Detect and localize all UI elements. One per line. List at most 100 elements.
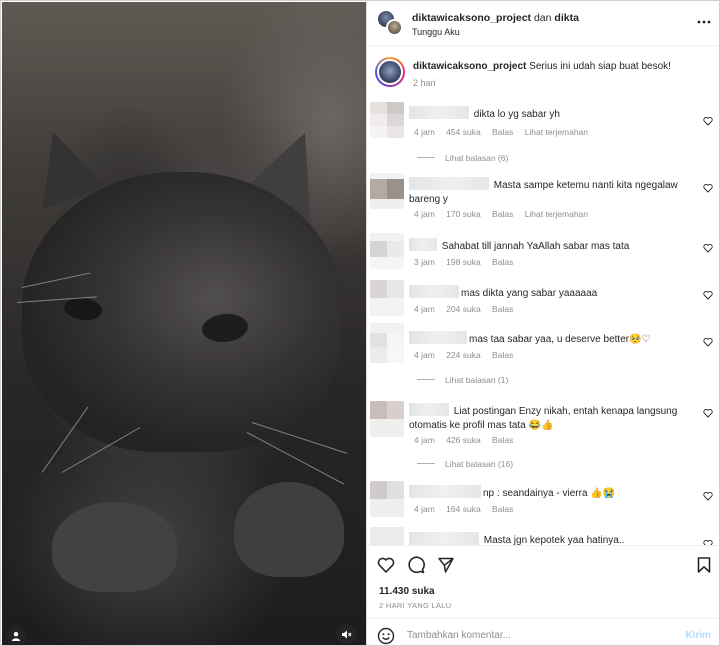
comment-text: dikta lo yg sabar yh: [409, 106, 699, 122]
comment-time: 4 jam: [414, 209, 435, 219]
mute-button[interactable]: [336, 624, 356, 644]
author-avatar[interactable]: [375, 57, 405, 87]
commenter-avatar[interactable]: [370, 102, 404, 138]
commenter-username-redacted[interactable]: [409, 106, 469, 119]
comment-text: Masta jgn kepotek yaa hatinya..: [409, 532, 699, 545]
commenter-username-redacted[interactable]: [409, 532, 479, 545]
comment-time: 4 jam: [414, 127, 435, 137]
speaker-muted-icon: [341, 630, 351, 638]
more-options-button[interactable]: [697, 14, 711, 28]
view-replies-button[interactable]: Lihat balasan (16): [417, 459, 513, 469]
commenter-avatar[interactable]: [370, 323, 404, 363]
comment-text: mas taa sabar yaa, u deserve better🥺♡: [409, 331, 699, 347]
comment-body: Liat postingan Enzy nikah, entah kenapa …: [409, 406, 678, 431]
comment-time: 4 jam: [414, 304, 435, 314]
comment-item: np : seandainya - vierra 👍😭 4 jam 164 su…: [367, 481, 719, 523]
commenter-avatar[interactable]: [370, 481, 404, 517]
comment-body: Masta jgn kepotek yaa hatinya..: [483, 535, 625, 545]
user-tag-button[interactable]: [6, 626, 26, 645]
caption-text: diktawicaksono_project Serius ini udah s…: [413, 61, 713, 72]
commenter-username-redacted[interactable]: [409, 285, 459, 298]
commenter-username-redacted[interactable]: [409, 485, 481, 498]
comment-item: Liat postingan Enzy nikah, entah kenapa …: [367, 400, 719, 469]
likes-count[interactable]: 11.430 suka: [379, 586, 435, 597]
comment-time: 4 jam: [414, 435, 435, 445]
post-media-video[interactable]: [2, 2, 366, 645]
collaborator-username-link[interactable]: dikta: [554, 12, 579, 24]
commenter-avatar[interactable]: [370, 233, 404, 269]
commenter-avatar[interactable]: [370, 173, 404, 209]
comment-input[interactable]: Tambahkan komentar...: [407, 630, 511, 641]
heart-icon[interactable]: [703, 337, 713, 347]
comments-list[interactable]: dikta lo yg sabar yh 4 jam 454 suka Bala…: [367, 95, 719, 545]
translate-button[interactable]: Lihat terjemahan: [525, 209, 588, 219]
commenter-username-redacted[interactable]: [409, 403, 449, 416]
heart-icon[interactable]: [703, 290, 713, 300]
comment-meta: 4 jam 224 suka Balas: [414, 350, 522, 360]
send-icon[interactable]: [437, 556, 455, 574]
reply-button[interactable]: Balas: [492, 435, 513, 445]
comment-body: dikta lo yg sabar yh: [473, 109, 560, 120]
comment-meta: 4 jam 170 suka Balas Lihat terjemahan: [414, 209, 597, 219]
comment-likes[interactable]: 426 suka: [446, 435, 481, 445]
comment-icon[interactable]: [407, 556, 425, 574]
commenter-avatar[interactable]: [370, 280, 404, 316]
comment-text: Liat postingan Enzy nikah, entah kenapa …: [409, 403, 699, 433]
commenter-username-redacted[interactable]: [409, 238, 437, 251]
comment-likes[interactable]: 204 suka: [446, 304, 481, 314]
commenter-username-redacted[interactable]: [409, 177, 489, 190]
heart-icon[interactable]: [377, 556, 395, 574]
collab-avatars[interactable]: [377, 10, 403, 36]
post-authors: diktawicaksono_project dan dikta: [412, 12, 579, 24]
author-username-link[interactable]: diktawicaksono_project: [412, 12, 531, 24]
add-comment-bar: Tambahkan komentar... Kirim: [367, 618, 719, 645]
comment-meta: 4 jam 204 suka Balas: [414, 304, 522, 314]
heart-icon[interactable]: [703, 491, 713, 501]
comment-likes[interactable]: 224 suka: [446, 350, 481, 360]
comment-body: mas dikta yang sabar yaaaaaa: [461, 288, 598, 299]
view-replies-label: Lihat balasan (16): [445, 459, 514, 469]
reply-button[interactable]: Balas: [492, 209, 513, 219]
more-horizontal-icon: [697, 20, 711, 24]
heart-icon[interactable]: [703, 408, 713, 418]
caption-body: Serius ini udah siap buat besok!: [529, 61, 671, 72]
commenter-avatar[interactable]: [370, 527, 404, 545]
heart-icon[interactable]: [703, 183, 713, 193]
view-replies-button[interactable]: Lihat balasan (6): [417, 153, 508, 163]
commenter-username-redacted[interactable]: [409, 331, 467, 344]
avatar: [386, 19, 403, 36]
comment-meta: 3 jam 198 suka Balas: [414, 257, 522, 267]
caption-time: 2 hari: [413, 78, 436, 88]
view-replies-label: Lihat balasan (1): [445, 375, 509, 385]
reply-button[interactable]: Balas: [492, 127, 513, 137]
comment-likes[interactable]: 198 suka: [446, 257, 481, 267]
comment-body: np : seandainya - vierra 👍😭: [483, 488, 616, 499]
translate-button[interactable]: Lihat terjemahan: [525, 127, 588, 137]
comment-likes[interactable]: 164 suka: [446, 504, 481, 514]
instagram-post-window: diktawicaksono_project dan dikta Tunggu …: [0, 0, 720, 646]
send-comment-button[interactable]: Kirim: [685, 630, 711, 641]
comment-item: Masta sampe ketemu nanti kita ngegalaw b…: [367, 173, 719, 223]
bookmark-icon[interactable]: [695, 556, 713, 574]
heart-icon[interactable]: [703, 243, 713, 253]
comment-item: dikta lo yg sabar yh 4 jam 454 suka Bala…: [367, 99, 719, 163]
comment-text: np : seandainya - vierra 👍😭: [409, 485, 699, 501]
reply-button[interactable]: Balas: [492, 304, 513, 314]
post-details-panel: diktawicaksono_project dan dikta Tunggu …: [366, 2, 719, 645]
user-tag-icon: [12, 632, 20, 641]
post-date: 2 HARI YANG LALU: [379, 601, 452, 610]
audio-title[interactable]: Tunggu Aku: [412, 27, 460, 37]
comment-meta: 4 jam 426 suka Balas: [414, 435, 522, 445]
reply-button[interactable]: Balas: [492, 257, 513, 267]
reply-button[interactable]: Balas: [492, 350, 513, 360]
commenter-avatar[interactable]: [370, 401, 404, 437]
comment-likes[interactable]: 170 suka: [446, 209, 481, 219]
view-replies-button[interactable]: Lihat balasan (1): [417, 375, 508, 385]
emoji-icon[interactable]: [377, 627, 395, 645]
comment-body: mas taa sabar yaa, u deserve better🥺♡: [469, 334, 651, 345]
heart-icon[interactable]: [703, 116, 713, 126]
caption-username-link[interactable]: diktawicaksono_project: [413, 61, 526, 72]
reply-button[interactable]: Balas: [492, 504, 513, 514]
comment-text: Sahabat till jannah YaAllah sabar mas ta…: [409, 238, 699, 254]
comment-likes[interactable]: 454 suka: [446, 127, 481, 137]
